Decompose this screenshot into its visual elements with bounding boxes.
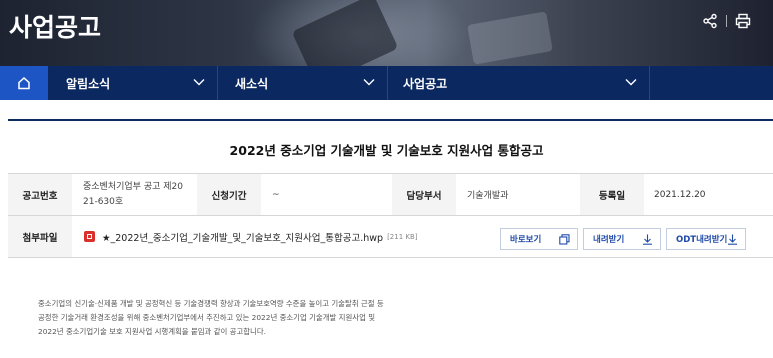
notice-description: 중소기업의 신기술·신제품 개발 및 공정혁신 등 기술경쟁력 향상과 기술보호… bbox=[38, 297, 478, 339]
notice-title: 2022년 중소기업 기술개발 및 기술보호 지원사업 통합공고 bbox=[229, 143, 544, 158]
attachment-filename[interactable]: ★_2022년_중소기업_기술개발_및_기술보호_지원사업_통합공고.hwp bbox=[102, 230, 383, 244]
attachment-cell: ★_2022년_중소기업_기술개발_및_기술보호_지원사업_통합공고.hwp [… bbox=[72, 216, 773, 257]
description-line: 2022년 중소기업기술 보호 지원사업 시행계획을 붙임과 같이 공고합니다. bbox=[38, 327, 266, 336]
divider bbox=[726, 15, 727, 27]
nav-menu-label: 알림소식 bbox=[66, 76, 111, 91]
attachment-label: 첨부파일 bbox=[8, 216, 72, 257]
hwp-file-icon bbox=[84, 231, 95, 242]
home-icon bbox=[18, 76, 30, 90]
view-button-label: 바로보기 bbox=[510, 235, 542, 245]
page-title: 사업공고 bbox=[9, 13, 102, 42]
chevron-down-icon bbox=[625, 79, 637, 86]
dept-label: 담당부서 bbox=[392, 174, 456, 215]
nav-menu-label: 사업공고 bbox=[403, 76, 448, 91]
odt-download-button[interactable]: ODT내려받기 bbox=[666, 228, 746, 250]
banner-decoration bbox=[467, 11, 553, 65]
download-icon bbox=[728, 234, 737, 245]
nav-menu-news[interactable]: 새소식 bbox=[218, 66, 388, 100]
description-line: 중소기업의 신기술·신제품 개발 및 공정혁신 등 기술경쟁력 향상과 기술보호… bbox=[38, 299, 384, 308]
chevron-down-icon bbox=[193, 79, 205, 86]
number-value-line: 21-630호 bbox=[83, 196, 124, 207]
hero-banner: 사업공고 bbox=[0, 0, 773, 66]
nav-bar: 알림소식 새소식 사업공고 bbox=[0, 66, 773, 100]
print-icon[interactable] bbox=[735, 13, 751, 29]
nav-menu-notice[interactable]: 알림소식 bbox=[48, 66, 218, 100]
download-button[interactable]: 내려받기 bbox=[583, 228, 661, 250]
odt-download-button-label: ODT내려받기 bbox=[676, 235, 728, 245]
dept-value: 기술개발과 bbox=[467, 191, 509, 201]
nav-menu-label: 새소식 bbox=[235, 76, 269, 91]
number-label: 공고번호 bbox=[8, 174, 72, 215]
attachment-row: 첨부파일 ★_2022년_중소기업_기술개발_및_기술보호_지원사업_통합공고.… bbox=[8, 215, 773, 258]
attachment-size: [211 KB] bbox=[387, 232, 418, 241]
hero-tools bbox=[702, 13, 751, 29]
description-line: 공정한 기술거래 환경조성을 위해 중소벤처기업부에서 추진하고 있는 2022… bbox=[38, 313, 376, 322]
copy-icon bbox=[559, 234, 570, 245]
period-label: 신청기간 bbox=[197, 174, 261, 215]
download-icon bbox=[643, 234, 652, 245]
share-icon[interactable] bbox=[702, 13, 718, 29]
nav-menu-business[interactable]: 사업공고 bbox=[388, 66, 650, 100]
home-button[interactable] bbox=[0, 66, 48, 100]
info-row: 공고번호 중소벤처기업부 공고 제20 21-630호 신청기간 ~ 담당부서 … bbox=[8, 173, 773, 215]
download-button-label: 내려받기 bbox=[593, 235, 625, 245]
view-button[interactable]: 바로보기 bbox=[500, 228, 578, 250]
number-value-line: 중소벤처기업부 공고 제20 bbox=[83, 181, 183, 192]
period-value: ~ bbox=[272, 189, 280, 200]
chevron-down-icon bbox=[363, 79, 375, 86]
section-divider bbox=[8, 119, 773, 121]
date-label: 등록일 bbox=[580, 174, 644, 215]
date-value: 2021.12.20 bbox=[654, 189, 706, 200]
number-value: 중소벤처기업부 공고 제20 21-630호 bbox=[72, 174, 197, 215]
